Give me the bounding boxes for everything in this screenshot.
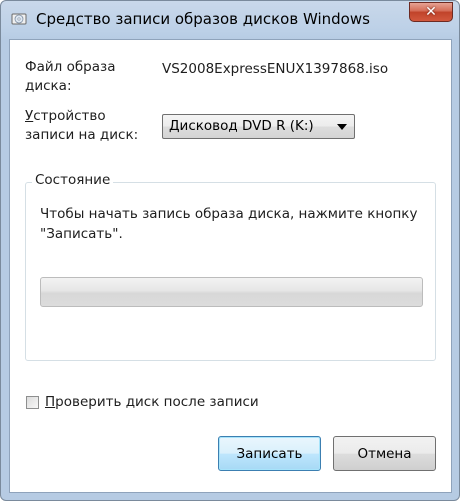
chevron-down-icon: [337, 124, 347, 130]
progress-bar: [40, 277, 423, 307]
dialog-content: Файл образа диска: VS2008ExpressENUX1397…: [9, 39, 452, 493]
verify-checkbox[interactable]: [26, 395, 39, 409]
title-bar[interactable]: Средство записи образов дисков Windows ✕: [1, 1, 459, 39]
disc-burner-icon: [11, 13, 27, 25]
image-file-value: VS2008ExpressENUX1397868.iso: [162, 61, 389, 77]
burner-dropdown[interactable]: Дисковод DVD R (K:): [162, 114, 355, 139]
cancel-button[interactable]: Отмена: [333, 436, 436, 471]
verify-checkbox-row[interactable]: Проверить диск после записи: [26, 393, 259, 411]
status-group-title: Состояние: [32, 172, 114, 188]
close-icon: ✕: [425, 4, 437, 20]
status-message: Чтобы начать запись образа диска, нажмит…: [40, 206, 418, 242]
write-button[interactable]: Записать: [218, 436, 321, 471]
burner-selected-value: Дисковод DVD R (K:): [169, 118, 314, 134]
verify-checkbox-label[interactable]: Проверить диск после записи: [45, 394, 259, 410]
dialog-window: Средство записи образов дисков Windows ✕…: [0, 0, 460, 501]
image-file-label: Файл образа диска:: [25, 59, 116, 94]
close-button[interactable]: ✕: [409, 2, 453, 22]
window-title: Средство записи образов дисков Windows: [36, 10, 370, 28]
burner-label: Устройство записи на диск:: [25, 108, 139, 143]
